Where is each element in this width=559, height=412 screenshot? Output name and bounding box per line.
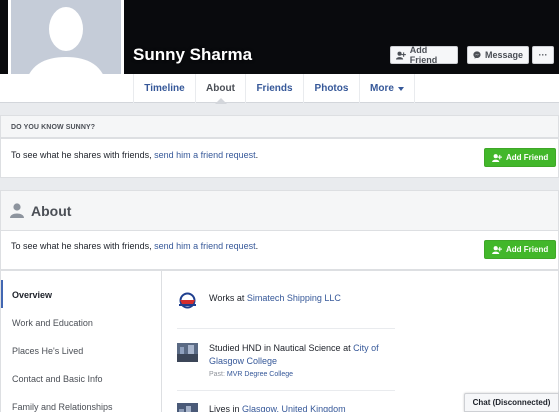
- user-silhouette-icon: [10, 203, 24, 218]
- profile-name[interactable]: Sunny Sharma: [133, 45, 252, 65]
- friend-request-prompt: To see what he shares with friends, send…: [11, 150, 259, 160]
- nav-contact-info[interactable]: Contact and Basic Info: [1, 364, 161, 392]
- nav-overview[interactable]: Overview: [1, 280, 161, 308]
- work-entry: Works at Simatech Shipping LLC: [177, 289, 395, 311]
- send-friend-request-link[interactable]: send him a friend request: [154, 150, 256, 160]
- message-button[interactable]: Message: [467, 46, 529, 64]
- work-company-link[interactable]: Simatech Shipping LLC: [247, 293, 341, 303]
- add-friend-button[interactable]: Add Friend: [390, 45, 458, 65]
- messenger-icon: [473, 51, 481, 59]
- past-college-link[interactable]: MVR Degree College: [227, 371, 293, 378]
- chat-bar[interactable]: Chat (Disconnected): [464, 393, 559, 412]
- about-side-nav: Overview Work and Education Places He's …: [1, 271, 162, 412]
- more-options-button[interactable]: ···: [532, 46, 554, 64]
- profile-tab-bar: Timeline About Friends Photos More: [0, 74, 559, 104]
- company-logo-icon[interactable]: [177, 291, 198, 310]
- nav-work-education[interactable]: Work and Education: [1, 308, 161, 336]
- add-friend-icon: [492, 245, 502, 254]
- more-icon: ···: [538, 50, 548, 60]
- about-header: About: [0, 190, 559, 231]
- chevron-down-icon: [397, 86, 404, 91]
- divider: [177, 328, 395, 329]
- do-you-know-heading: DO YOU KNOW SUNNY?: [0, 115, 559, 138]
- city-image-icon[interactable]: [177, 403, 198, 412]
- tab-timeline[interactable]: Timeline: [133, 74, 195, 103]
- nav-places-lived[interactable]: Places He's Lived: [1, 336, 161, 364]
- about-title: About: [31, 203, 72, 219]
- add-friend-icon: [396, 51, 406, 60]
- add-friend-button-secondary[interactable]: Add Friend: [484, 148, 557, 167]
- tab-photos[interactable]: Photos: [303, 74, 359, 103]
- do-you-know-card: To see what he shares with friends, send…: [0, 138, 559, 178]
- add-friend-icon: [492, 153, 502, 162]
- tab-friends[interactable]: Friends: [245, 74, 303, 103]
- nav-family-relationships[interactable]: Family and Relationships: [1, 392, 161, 412]
- tab-more[interactable]: More: [359, 74, 415, 103]
- about-friend-request-row: To see what he shares with friends, send…: [0, 231, 559, 270]
- about-add-friend-button[interactable]: Add Friend: [484, 240, 557, 259]
- about-content: Overview Work and Education Places He's …: [0, 270, 559, 412]
- lives-city-link[interactable]: Glasgow, United Kingdom: [242, 404, 346, 412]
- about-friend-request-prompt: To see what he shares with friends, send…: [11, 241, 259, 251]
- college-image-icon[interactable]: [177, 343, 198, 362]
- tab-about[interactable]: About: [195, 74, 245, 104]
- education-entry: Studied HND in Nautical Science at City …: [177, 341, 395, 378]
- divider: [177, 390, 395, 391]
- about-send-friend-request-link[interactable]: send him a friend request: [154, 241, 256, 251]
- add-friend-label: Add Friend: [409, 45, 438, 65]
- message-label: Message: [484, 50, 523, 60]
- lives-entry: Lives in Glasgow, United Kingdom: [177, 401, 395, 412]
